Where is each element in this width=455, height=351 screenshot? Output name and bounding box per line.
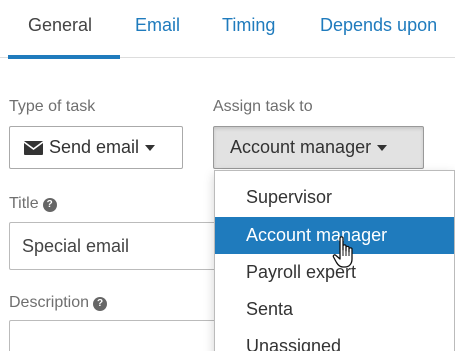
description-textarea[interactable] — [9, 320, 224, 351]
type-of-task-dropdown[interactable]: Send email — [9, 126, 183, 169]
tab-general[interactable]: General — [28, 15, 92, 36]
type-of-task-value: Send email — [49, 137, 140, 157]
question-circle-icon[interactable]: ? — [93, 297, 108, 311]
assign-task-value: Account manager — [230, 137, 372, 157]
description-label-text: Description — [9, 294, 90, 311]
assign-task-dropdown[interactable]: Account manager — [213, 126, 424, 169]
title-input[interactable]: Special email — [9, 222, 224, 270]
chevron-down-icon — [145, 144, 156, 151]
tab-timing[interactable]: Timing — [222, 15, 275, 36]
type-of-task-label: Type of task — [9, 98, 96, 115]
title-label-text: Title — [9, 195, 39, 212]
tab-email[interactable]: Email — [135, 15, 180, 36]
assign-task-label: Assign task to — [213, 98, 313, 115]
hand-pointer-icon — [332, 236, 353, 268]
menu-item-unassigned[interactable]: Unassigned — [215, 328, 454, 351]
title-input-value: Special email — [22, 235, 130, 256]
title-label: Title? — [9, 195, 57, 213]
envelope-icon — [24, 140, 43, 155]
description-label: Description? — [9, 294, 108, 312]
tab-depends-upon[interactable]: Depends upon — [320, 15, 437, 36]
tab-bar: General Email Timing Depends upon — [0, 0, 455, 59]
active-tab-indicator — [8, 55, 120, 59]
menu-item-senta[interactable]: Senta — [215, 291, 454, 328]
menu-item-supervisor[interactable]: Supervisor — [215, 179, 454, 216]
chevron-down-icon — [377, 144, 388, 151]
question-circle-icon[interactable]: ? — [42, 198, 57, 212]
